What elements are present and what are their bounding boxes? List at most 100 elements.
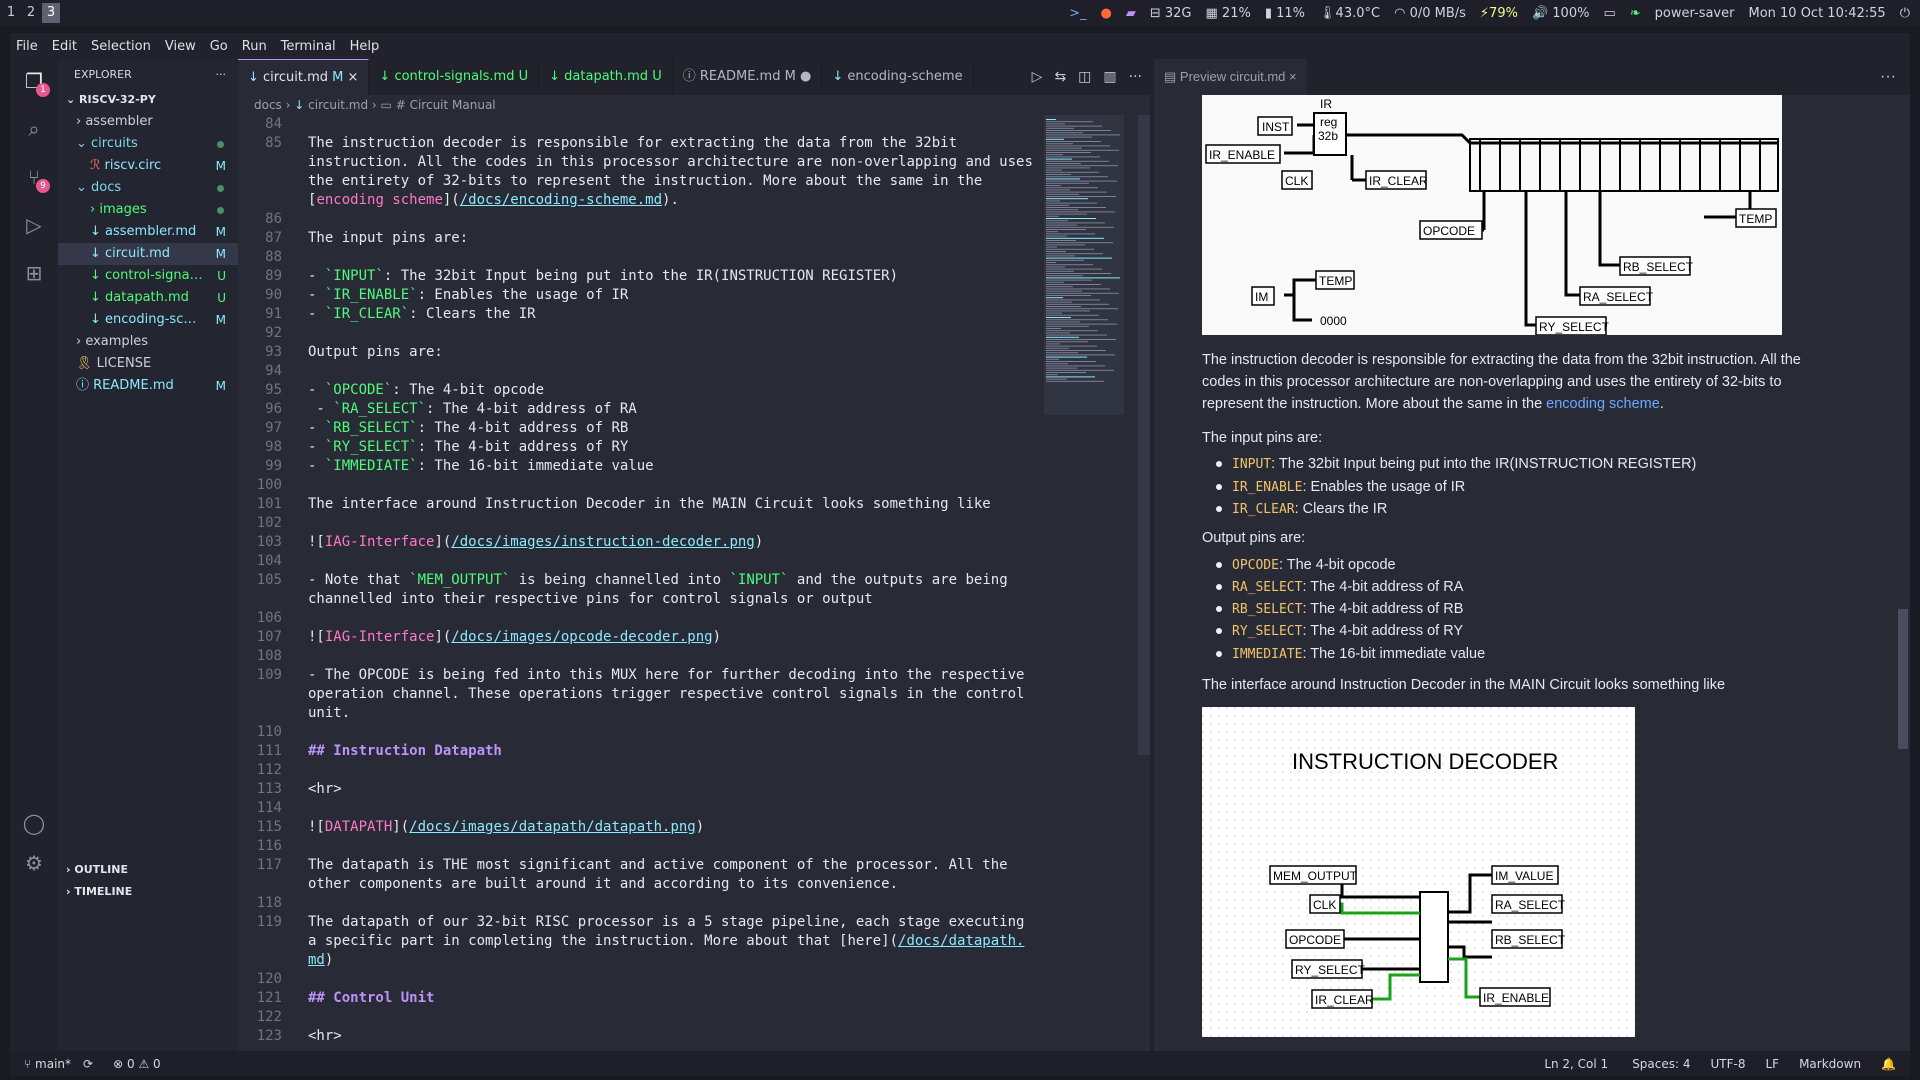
folder-icon[interactable]: ▰ [1126, 6, 1136, 21]
tree-file-circuit-md[interactable]: ↓ circuit.md M [58, 243, 238, 265]
menu-run[interactable]: Run [242, 39, 267, 54]
code-line[interactable]: operation channel. These operations trig… [238, 685, 1038, 704]
code-line[interactable]: 118 [238, 894, 1038, 913]
tab-control-signals-md[interactable]: ↓ control-signals.md U [369, 59, 540, 95]
problems-indicator[interactable]: ⊗ 0 ⚠ 0 [113, 1057, 161, 1071]
end-of-line[interactable]: LF [1765, 1057, 1779, 1071]
tree-folder-assembler[interactable]: › assembler [58, 111, 238, 133]
code-line[interactable]: 115 ![DATAPATH](/docs/images/datapath/dat… [238, 818, 1038, 837]
code-line[interactable]: 120 [238, 970, 1038, 989]
menu-view[interactable]: View [165, 39, 196, 54]
tree-file-license[interactable]: 🎗 LICENSE [58, 353, 238, 375]
code-line[interactable]: 108 [238, 647, 1038, 666]
compare-icon[interactable]: ⇆ [1054, 69, 1066, 85]
menu-edit[interactable]: Edit [52, 39, 77, 54]
source-control-icon[interactable]: ⑂ 9 [22, 165, 50, 193]
more-actions-icon[interactable]: ··· [216, 68, 227, 81]
code-line[interactable]: 94 [238, 362, 1038, 381]
code-line[interactable]: 85 The instruction decoder is responsible… [238, 134, 1038, 153]
close-icon[interactable]: × [1289, 69, 1297, 84]
code-line[interactable]: instruction. All the codes in this proce… [238, 153, 1038, 172]
code-line[interactable]: 97 - `RB_SELECT`: The 4-bit address of RB [238, 419, 1038, 438]
run-icon[interactable]: ▷ [1032, 69, 1043, 85]
preview-scrollbar[interactable] [1898, 609, 1908, 749]
split-editor-icon[interactable]: ▥ [1103, 69, 1116, 85]
tree-file-encoding-scheme-md[interactable]: ↓ encoding-sch... M [58, 309, 238, 331]
code-line[interactable]: 86 [238, 210, 1038, 229]
code-line[interactable]: 117 The datapath is THE most significant … [238, 856, 1038, 875]
tree-folder-docs[interactable]: ⌄ docs [58, 177, 238, 199]
tab-preview-circuit[interactable]: ▤ Preview circuit.md × [1154, 59, 1307, 95]
run-debug-icon[interactable]: ▷ [22, 213, 46, 237]
code-line[interactable]: 107 ![IAG-Interface](/docs/images/opcode-… [238, 628, 1038, 647]
branch-indicator[interactable]: ⑂ main* [24, 1057, 71, 1071]
firefox-icon[interactable]: ● [1101, 6, 1112, 21]
tree-file-riscv-circ[interactable]: ℛ riscv.circ M [58, 155, 238, 177]
code-line[interactable]: 114 [238, 799, 1038, 818]
workspace-1[interactable]: 1 [2, 3, 20, 23]
code-line[interactable]: 90 - `IR_ENABLE`: Enables the usage of IR [238, 286, 1038, 305]
code-line[interactable]: 99 - `IMMEDIATE`: The 16-bit immediate va… [238, 457, 1038, 476]
close-icon[interactable]: × [348, 70, 359, 85]
code-line[interactable]: 121 ## Control Unit [238, 989, 1038, 1008]
code-line[interactable]: 98 - `RY_SELECT`: The 4-bit address of RY [238, 438, 1038, 457]
search-icon[interactable]: ⌕ [22, 117, 46, 141]
code-line[interactable]: a specific part in completing the instru… [238, 932, 1038, 951]
editor-scrollbar[interactable] [1138, 115, 1150, 755]
workspace-3[interactable]: 3 [42, 3, 60, 23]
tab-datapath-md[interactable]: ↓ datapath.md U [539, 59, 673, 95]
workspace-2[interactable]: 2 [22, 3, 40, 23]
workspace-root[interactable]: ⌄ RISCV-32-PY [58, 89, 238, 111]
sync-icon[interactable]: ⟳ [83, 1057, 93, 1071]
terminal-icon[interactable]: >_ [1069, 6, 1086, 21]
code-line[interactable]: 93 Output pins are: [238, 343, 1038, 362]
code-line[interactable]: 96 - `RA_SELECT`: The 4-bit address of R… [238, 400, 1038, 419]
tree-file-control-signals-md[interactable]: ↓ control-signal... U [58, 265, 238, 287]
language-mode[interactable]: Markdown [1799, 1057, 1861, 1071]
encoding-scheme-link[interactable]: encoding scheme [1546, 396, 1660, 412]
code-line[interactable]: 91 - `IR_CLEAR`: Clears the IR [238, 305, 1038, 324]
code-line[interactable]: channelled into their respective pins fo… [238, 590, 1038, 609]
code-line[interactable]: md) [238, 951, 1038, 970]
code-line[interactable]: 100 [238, 476, 1038, 495]
code-line[interactable]: 113 <hr> [238, 780, 1038, 799]
tree-folder-circuits[interactable]: ⌄ circuits [58, 133, 238, 155]
code-line[interactable]: 103 ![IAG-Interface](/docs/images/instruc… [238, 533, 1038, 552]
cursor-position[interactable]: Ln 2, Col 1 [1544, 1057, 1608, 1071]
tree-file-assembler-md[interactable]: ↓ assembler.md M [58, 221, 238, 243]
more-actions-icon[interactable]: ··· [1880, 68, 1896, 86]
settings-gear-icon[interactable]: ⚙ [22, 851, 46, 875]
indentation[interactable]: Spaces: 4 [1632, 1057, 1690, 1071]
tab-readme-md[interactable]: ⓘ README.md M ● [673, 59, 823, 95]
code-line[interactable]: 102 [238, 514, 1038, 533]
extensions-icon[interactable]: ⊞ [22, 261, 46, 285]
code-line[interactable]: 89 - `INPUT`: The 32bit Input being put i… [238, 267, 1038, 286]
code-line[interactable]: 112 [238, 761, 1038, 780]
more-actions-icon[interactable]: ··· [1129, 69, 1142, 85]
open-preview-icon[interactable]: ◫ [1078, 69, 1091, 85]
menu-file[interactable]: File [16, 39, 38, 54]
code-line[interactable]: 88 [238, 248, 1038, 267]
code-line[interactable]: 84 [238, 115, 1038, 134]
outline-section[interactable]: › OUTLINE [58, 859, 128, 881]
code-line[interactable]: 116 [238, 837, 1038, 856]
tree-folder-images[interactable]: › images [58, 199, 238, 221]
menu-terminal[interactable]: Terminal [281, 39, 336, 54]
notifications-bell-icon[interactable]: 🔔 [1881, 1057, 1896, 1071]
code-editor[interactable]: 84 85 The instruction decoder is responsib… [238, 115, 1038, 1051]
breadcrumb-docs[interactable]: docs [254, 98, 282, 112]
code-line[interactable]: 87 The input pins are: [238, 229, 1038, 248]
power-icon[interactable]: ⏻ [1900, 6, 1910, 21]
volume-indicator[interactable]: 🔊 100% [1532, 6, 1590, 21]
code-line[interactable]: 111 ## Instruction Datapath [238, 742, 1038, 761]
code-line[interactable]: 119 The datapath of our 32-bit RISC proce… [238, 913, 1038, 932]
code-line[interactable]: 92 [238, 324, 1038, 343]
timeline-section[interactable]: › TIMELINE [58, 881, 132, 903]
tree-file-readme-md[interactable]: ⓘ README.md M [58, 375, 238, 397]
encoding[interactable]: UTF-8 [1711, 1057, 1746, 1071]
code-line[interactable]: 110 [238, 723, 1038, 742]
code-line[interactable]: [encoding scheme](/docs/encoding-scheme.… [238, 191, 1038, 210]
breadcrumb-file[interactable]: circuit.md [308, 98, 368, 112]
code-line[interactable]: 104 [238, 552, 1038, 571]
tree-file-datapath-md[interactable]: ↓ datapath.md U [58, 287, 238, 309]
